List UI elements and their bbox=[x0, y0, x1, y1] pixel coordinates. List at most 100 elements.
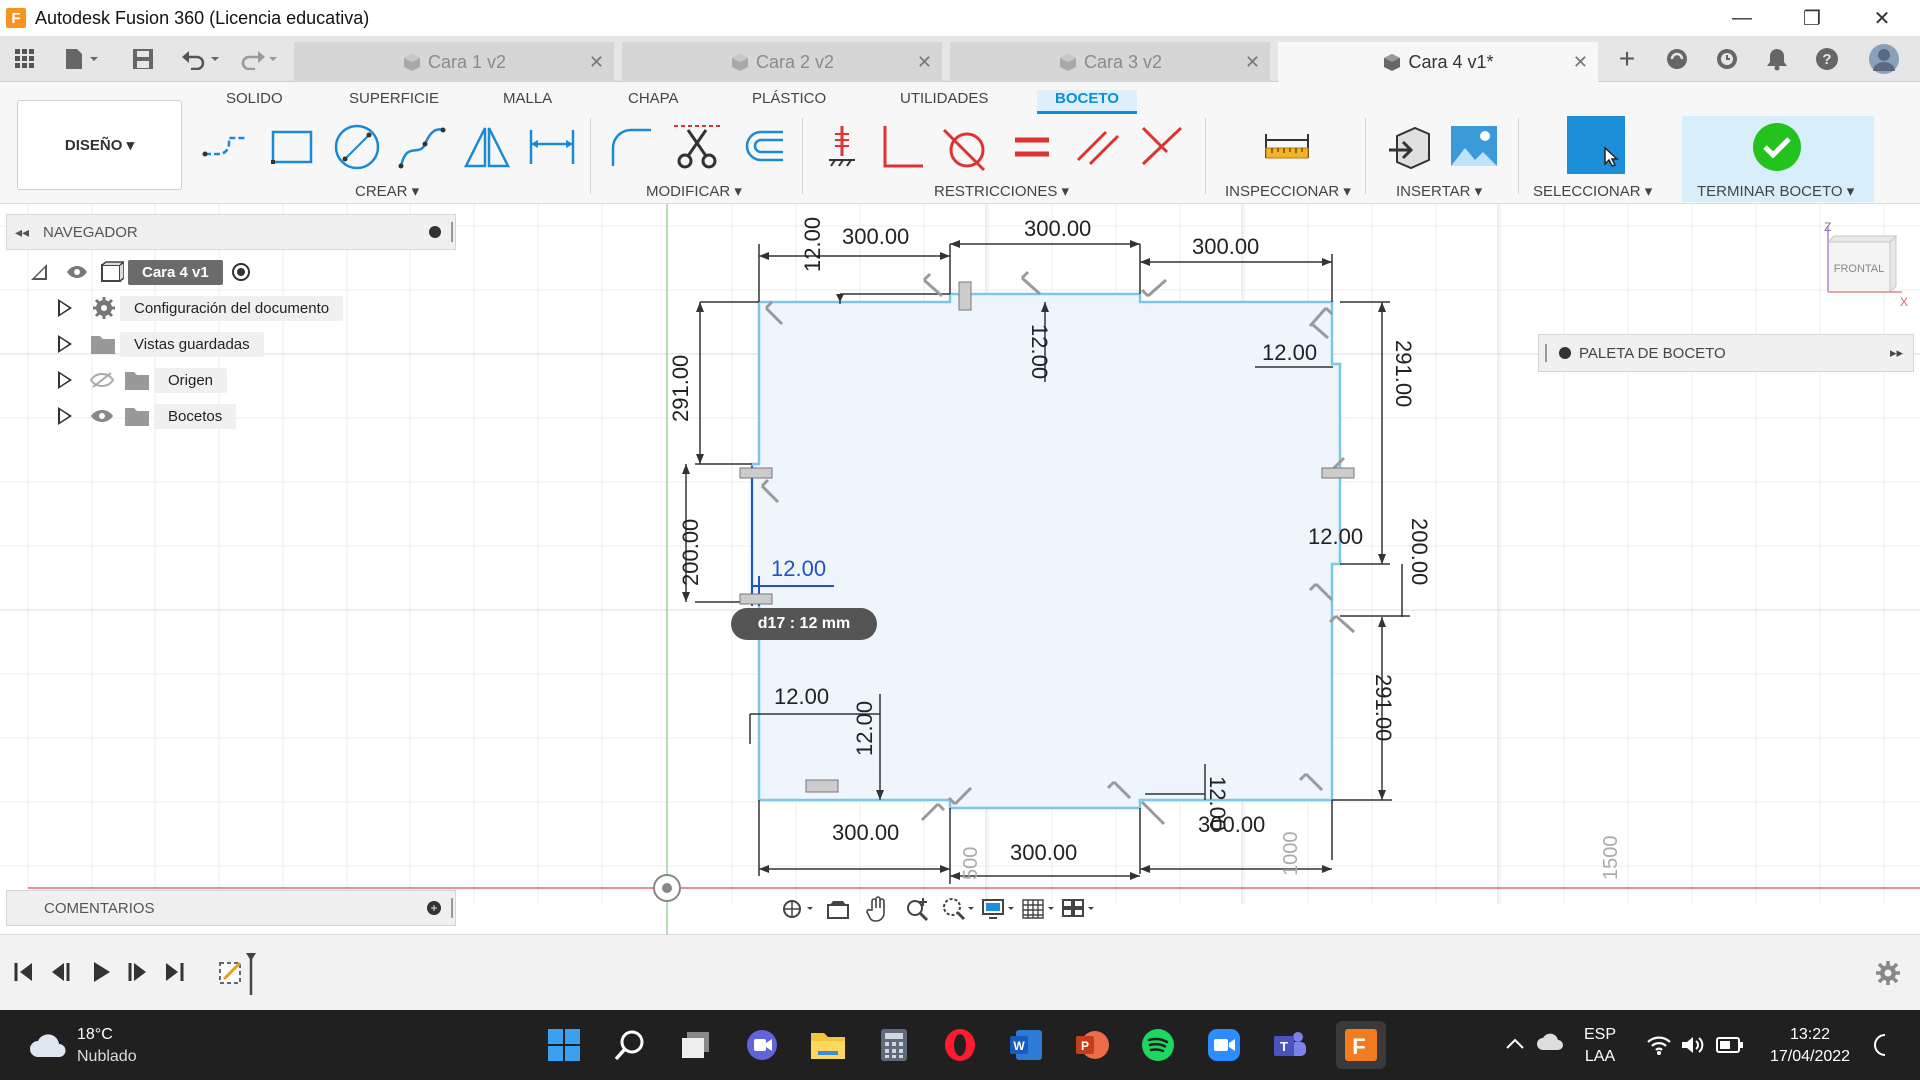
fillet-tool-icon[interactable] bbox=[605, 120, 659, 174]
dimension-label[interactable]: 12.00 bbox=[1262, 340, 1317, 366]
insert-canvas-icon[interactable] bbox=[1447, 120, 1501, 174]
equal-constraint-icon[interactable] bbox=[1005, 120, 1059, 174]
start-button-icon[interactable] bbox=[544, 1025, 584, 1065]
spline-tool-icon[interactable] bbox=[395, 120, 449, 174]
orbit-icon[interactable] bbox=[780, 894, 816, 924]
sketch-palette[interactable]: PALETA DE BOCETO ▸▸ bbox=[1538, 334, 1914, 372]
zoom-icon[interactable] bbox=[900, 894, 936, 924]
perpendicular-constraint-icon[interactable] bbox=[875, 120, 929, 174]
finish-sketch-check-icon[interactable] bbox=[1752, 122, 1802, 172]
circle-tool-icon[interactable] bbox=[330, 120, 384, 174]
inspeccionar-group-label[interactable]: INSPECCIONAR ▾ bbox=[1225, 182, 1351, 200]
calculator-icon[interactable] bbox=[874, 1025, 914, 1065]
dimension-label[interactable]: 291.00 bbox=[668, 355, 694, 422]
dimension-label[interactable]: 291.00 bbox=[1370, 674, 1396, 741]
powerpoint-icon[interactable]: P bbox=[1072, 1025, 1112, 1065]
dimension-label[interactable]: 12.00 bbox=[774, 684, 829, 710]
panel-grip[interactable] bbox=[1545, 344, 1547, 362]
clock[interactable]: 13:22 17/04/2022 bbox=[1764, 1024, 1856, 1068]
tab-utilidades[interactable]: UTILIDADES bbox=[900, 90, 988, 107]
focus-moon-icon[interactable] bbox=[1872, 1034, 1892, 1061]
chat-icon[interactable] bbox=[742, 1025, 782, 1065]
viewcube[interactable]: FRONTAL Z X bbox=[1812, 220, 1908, 310]
task-view-icon[interactable] bbox=[676, 1025, 716, 1065]
dimension-label[interactable]: 12.00 bbox=[800, 217, 826, 272]
look-at-icon[interactable] bbox=[820, 894, 856, 924]
measure-tool-icon[interactable] bbox=[1260, 120, 1314, 174]
viewcube-face-label[interactable]: FRONTAL bbox=[1834, 263, 1885, 275]
pan-hand-icon[interactable] bbox=[860, 894, 896, 924]
tangent-constraint-icon[interactable] bbox=[940, 120, 994, 174]
activate-component-icon[interactable] bbox=[231, 262, 251, 282]
opera-browser-icon[interactable] bbox=[940, 1025, 980, 1065]
grid-settings-icon[interactable] bbox=[1020, 894, 1056, 924]
close-tab-icon[interactable]: ✕ bbox=[589, 52, 604, 73]
sketch-timeline-feature-icon[interactable] bbox=[216, 951, 260, 997]
dimension-tool-icon[interactable] bbox=[525, 120, 579, 174]
mirror-tool-icon[interactable] bbox=[460, 120, 514, 174]
browser-root-label[interactable]: Cara 4 v1 bbox=[128, 259, 223, 285]
panel-grip[interactable] bbox=[451, 898, 453, 918]
active-dimension-label[interactable]: 12.00 bbox=[771, 556, 826, 582]
browser-root[interactable]: Cara 4 v1 bbox=[30, 258, 251, 286]
zoom-window-icon[interactable] bbox=[940, 894, 976, 924]
undo-icon[interactable] bbox=[178, 44, 224, 74]
battery-icon[interactable] bbox=[1716, 1036, 1744, 1059]
tab-cara-2[interactable]: Cara 2 v2 ✕ bbox=[622, 42, 942, 82]
browser-item-origin[interactable]: Origen bbox=[58, 366, 228, 394]
browser-panel[interactable]: ◂◂ NAVEGADOR bbox=[6, 214, 456, 250]
close-tab-icon[interactable]: ✕ bbox=[1245, 52, 1260, 73]
seleccionar-group-label[interactable]: SELECCIONAR ▾ bbox=[1533, 182, 1652, 200]
tab-malla[interactable]: MALLA bbox=[503, 90, 552, 107]
expand-icon[interactable] bbox=[58, 407, 72, 425]
dimension-label[interactable]: 300.00 bbox=[832, 820, 899, 846]
redo-icon[interactable] bbox=[236, 44, 282, 74]
minimize-button[interactable]: — bbox=[1712, 0, 1772, 36]
job-status-icon[interactable] bbox=[1712, 44, 1742, 74]
word-icon[interactable]: W bbox=[1006, 1025, 1046, 1065]
notifications-icon[interactable] bbox=[1762, 44, 1792, 74]
language-indicator[interactable]: ESP LAA bbox=[1584, 1024, 1616, 1068]
tab-superficie[interactable]: SUPERFICIE bbox=[349, 90, 439, 107]
modificar-group-label[interactable]: MODIFICAR ▾ bbox=[646, 182, 742, 200]
tab-chapa[interactable]: CHAPA bbox=[628, 90, 679, 107]
trim-tool-icon[interactable] bbox=[670, 120, 724, 174]
browser-item-label[interactable]: Vistas guardadas bbox=[120, 331, 264, 357]
viewports-icon[interactable] bbox=[1060, 894, 1096, 924]
file-menu-icon[interactable] bbox=[60, 44, 106, 74]
browser-item-label[interactable]: Origen bbox=[154, 367, 228, 393]
visibility-eye-icon[interactable] bbox=[90, 408, 114, 424]
dimension-label[interactable]: 300.00 bbox=[1192, 234, 1259, 260]
user-avatar[interactable] bbox=[1868, 44, 1900, 74]
zoom-meetings-icon[interactable] bbox=[1204, 1025, 1244, 1065]
display-settings-icon[interactable] bbox=[980, 894, 1016, 924]
search-icon[interactable] bbox=[610, 1025, 650, 1065]
browser-item-label[interactable]: Configuración del documento bbox=[120, 295, 344, 321]
offset-tool-icon[interactable] bbox=[735, 120, 789, 174]
expand-icon[interactable] bbox=[58, 371, 72, 389]
expand-palette-icon[interactable]: ▸▸ bbox=[1890, 345, 1903, 361]
maximize-button[interactable]: ❐ bbox=[1782, 0, 1842, 36]
expand-icon[interactable] bbox=[58, 299, 72, 317]
file-explorer-icon[interactable] bbox=[808, 1025, 848, 1065]
panel-minimize-icon[interactable] bbox=[429, 226, 441, 238]
onedrive-icon[interactable] bbox=[1536, 1032, 1564, 1057]
timeline-settings-gear-icon[interactable] bbox=[1874, 959, 1902, 987]
volume-icon[interactable] bbox=[1680, 1034, 1706, 1061]
weather-widget[interactable]: 18°C Nublado bbox=[28, 1024, 137, 1068]
browser-item-sketches[interactable]: Bocetos bbox=[58, 402, 237, 430]
palette-pin-icon[interactable] bbox=[1559, 347, 1571, 359]
insertar-group-label[interactable]: INSERTAR ▾ bbox=[1396, 182, 1482, 200]
dimension-label[interactable]: 12.00 bbox=[1026, 324, 1052, 379]
visibility-eye-icon[interactable] bbox=[66, 264, 88, 280]
coincident-constraint-icon[interactable] bbox=[1135, 120, 1189, 174]
extensions-icon[interactable] bbox=[1662, 44, 1692, 74]
dimension-label[interactable]: 300.00 bbox=[1198, 812, 1265, 838]
restricciones-group-label[interactable]: RESTRICCIONES ▾ bbox=[934, 182, 1069, 200]
tab-plastico[interactable]: PLÁSTICO bbox=[752, 90, 826, 107]
parallel-constraint-icon[interactable] bbox=[1070, 120, 1124, 174]
fusion360-taskbar-icon[interactable]: F bbox=[1336, 1021, 1386, 1069]
show-hidden-icons-icon[interactable] bbox=[1505, 1036, 1525, 1057]
help-icon[interactable]: ? bbox=[1812, 44, 1842, 74]
close-window-button[interactable]: ✕ bbox=[1852, 0, 1912, 36]
